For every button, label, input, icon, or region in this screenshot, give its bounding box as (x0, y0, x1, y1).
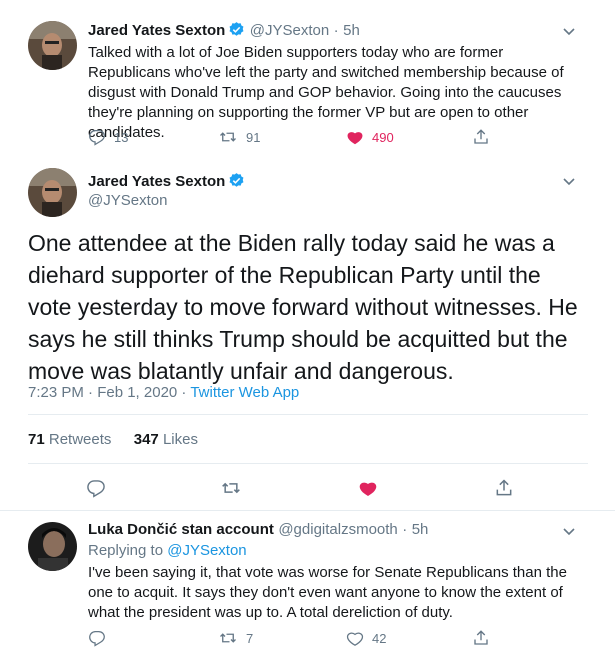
retweet-button[interactable]: 91 (218, 128, 260, 146)
tweet-header: Jared Yates Sexton (88, 172, 245, 194)
author-handle[interactable]: @gdigitalzsmooth (278, 521, 397, 538)
tweet-actions (0, 478, 615, 500)
reply-button[interactable] (88, 629, 106, 647)
likes-stat-label: Likes (162, 431, 198, 448)
tweet-actions: 13 91 490 (88, 128, 508, 150)
retweet-count: 7 (246, 630, 254, 646)
replying-to: Replying to @JYSexton (88, 542, 247, 559)
tweet-timestamp: 7:23 PM · Feb 1, 2020 · Twitter Web App (28, 384, 299, 401)
engagement-stats: 71 Retweets 347 Likes (28, 431, 198, 448)
like-icon (347, 132, 363, 145)
chevron-down-icon[interactable] (560, 522, 578, 540)
reply-button[interactable] (86, 478, 106, 498)
tweet-time[interactable]: 5h (343, 22, 360, 39)
divider (28, 414, 588, 415)
share-button[interactable] (472, 629, 490, 647)
tweet-header: Luka Dončić stan account @gdigitalzsmoot… (88, 521, 428, 539)
like-button[interactable]: 42 (346, 629, 386, 647)
author-name[interactable]: Jared Yates Sexton (88, 22, 225, 39)
replying-to-handle[interactable]: @JYSexton (167, 542, 246, 559)
separator-dot: · (333, 22, 339, 39)
tweet-header: Jared Yates Sexton @JYSexton · 5h (88, 21, 360, 43)
reply-icon (89, 630, 105, 647)
separator-dot: · (402, 521, 408, 538)
retweets-stat-count: 71 (28, 431, 45, 448)
tweet-text: One attendee at the Biden rally today sa… (28, 230, 578, 384)
divider (28, 463, 588, 464)
avatar-jared[interactable] (28, 21, 77, 70)
share-icon (474, 630, 488, 645)
author-name[interactable]: Jared Yates Sexton (88, 173, 225, 190)
share-icon (496, 479, 512, 496)
retweet-icon (220, 132, 236, 142)
like-button[interactable]: 490 (346, 128, 394, 146)
retweet-icon (220, 633, 236, 643)
tweet-reply[interactable]: Luka Dončić stan account @gdigitalzsmoot… (0, 511, 615, 648)
chevron-down-icon[interactable] (560, 22, 578, 40)
tweet-actions: 7 42 (88, 629, 508, 648)
tweet-main: Jared Yates Sexton @JYSexton One attende… (0, 160, 615, 510)
tweet-text: I've been saying it, that vote was worse… (88, 564, 567, 621)
retweet-count: 91 (246, 129, 261, 145)
reply-count: 13 (114, 129, 129, 145)
author-name[interactable]: Luka Dončić stan account (88, 521, 274, 538)
tweet-time[interactable]: 5h (412, 521, 429, 538)
like-button[interactable] (358, 478, 378, 498)
chevron-down-icon[interactable] (560, 172, 578, 190)
share-button[interactable] (494, 478, 514, 498)
avatar-luka[interactable] (28, 522, 77, 571)
reply-icon (87, 480, 105, 498)
source-link[interactable]: Twitter Web App (190, 384, 299, 401)
author-handle[interactable]: @JYSexton (88, 192, 167, 209)
verified-badge-icon (228, 21, 245, 43)
replying-to-label: Replying to (88, 542, 168, 559)
likes-stat[interactable]: 347 Likes (134, 431, 198, 448)
timestamp-text[interactable]: 7:23 PM · Feb 1, 2020 · (28, 384, 190, 401)
retweets-stat-label: Retweets (48, 431, 112, 448)
like-count: 42 (372, 630, 387, 646)
retweets-stat[interactable]: 71 Retweets (28, 431, 111, 448)
reply-button[interactable]: 13 (88, 128, 128, 146)
avatar-jared[interactable] (28, 168, 77, 217)
retweet-icon (222, 482, 240, 494)
like-icon (359, 482, 377, 496)
share-icon (474, 129, 488, 144)
like-icon (346, 632, 364, 646)
retweet-button[interactable] (220, 478, 242, 498)
like-count: 490 (372, 129, 394, 145)
reply-icon (89, 129, 105, 146)
retweet-button[interactable]: 7 (218, 629, 253, 647)
share-button[interactable] (472, 128, 490, 146)
author-handle[interactable]: @JYSexton (250, 22, 329, 39)
verified-badge-icon (228, 172, 245, 194)
tweet-parent[interactable]: Jared Yates Sexton @JYSexton · 5h Talked… (0, 0, 615, 160)
likes-stat-count: 347 (133, 431, 159, 448)
